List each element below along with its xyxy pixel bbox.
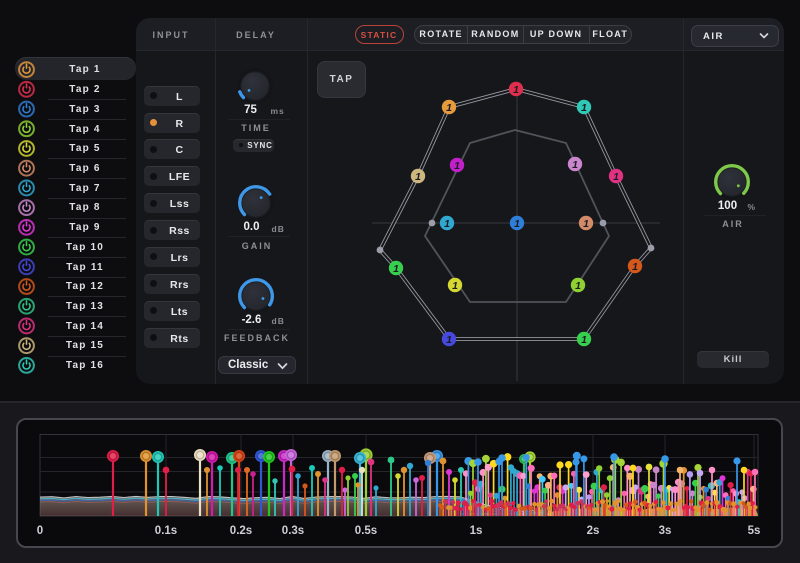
svg-text:1: 1 — [632, 261, 638, 273]
svg-text:1: 1 — [393, 263, 399, 275]
svg-text:3s: 3s — [659, 525, 672, 537]
svg-text:1: 1 — [454, 160, 460, 172]
svg-text:1: 1 — [613, 171, 619, 183]
svg-text:1: 1 — [581, 102, 587, 114]
svg-text:1: 1 — [514, 218, 520, 230]
svg-text:0.1s: 0.1s — [155, 525, 177, 537]
svg-text:1: 1 — [444, 218, 450, 230]
svg-text:1: 1 — [446, 102, 452, 114]
svg-text:1: 1 — [575, 280, 581, 292]
svg-text:1: 1 — [572, 159, 578, 171]
svg-text:1: 1 — [415, 171, 421, 183]
svg-text:0: 0 — [37, 525, 43, 537]
svg-text:5s: 5s — [748, 525, 761, 537]
svg-text:1: 1 — [513, 84, 519, 96]
svg-text:0.5s: 0.5s — [355, 525, 377, 537]
svg-text:1: 1 — [583, 218, 589, 230]
svg-text:1: 1 — [446, 334, 452, 346]
svg-text:1: 1 — [452, 280, 458, 292]
svg-text:0.3s: 0.3s — [282, 525, 304, 537]
svg-text:0.2s: 0.2s — [230, 525, 252, 537]
svg-text:2s: 2s — [587, 525, 600, 537]
svg-text:1: 1 — [581, 334, 587, 346]
svg-text:1s: 1s — [470, 525, 483, 537]
